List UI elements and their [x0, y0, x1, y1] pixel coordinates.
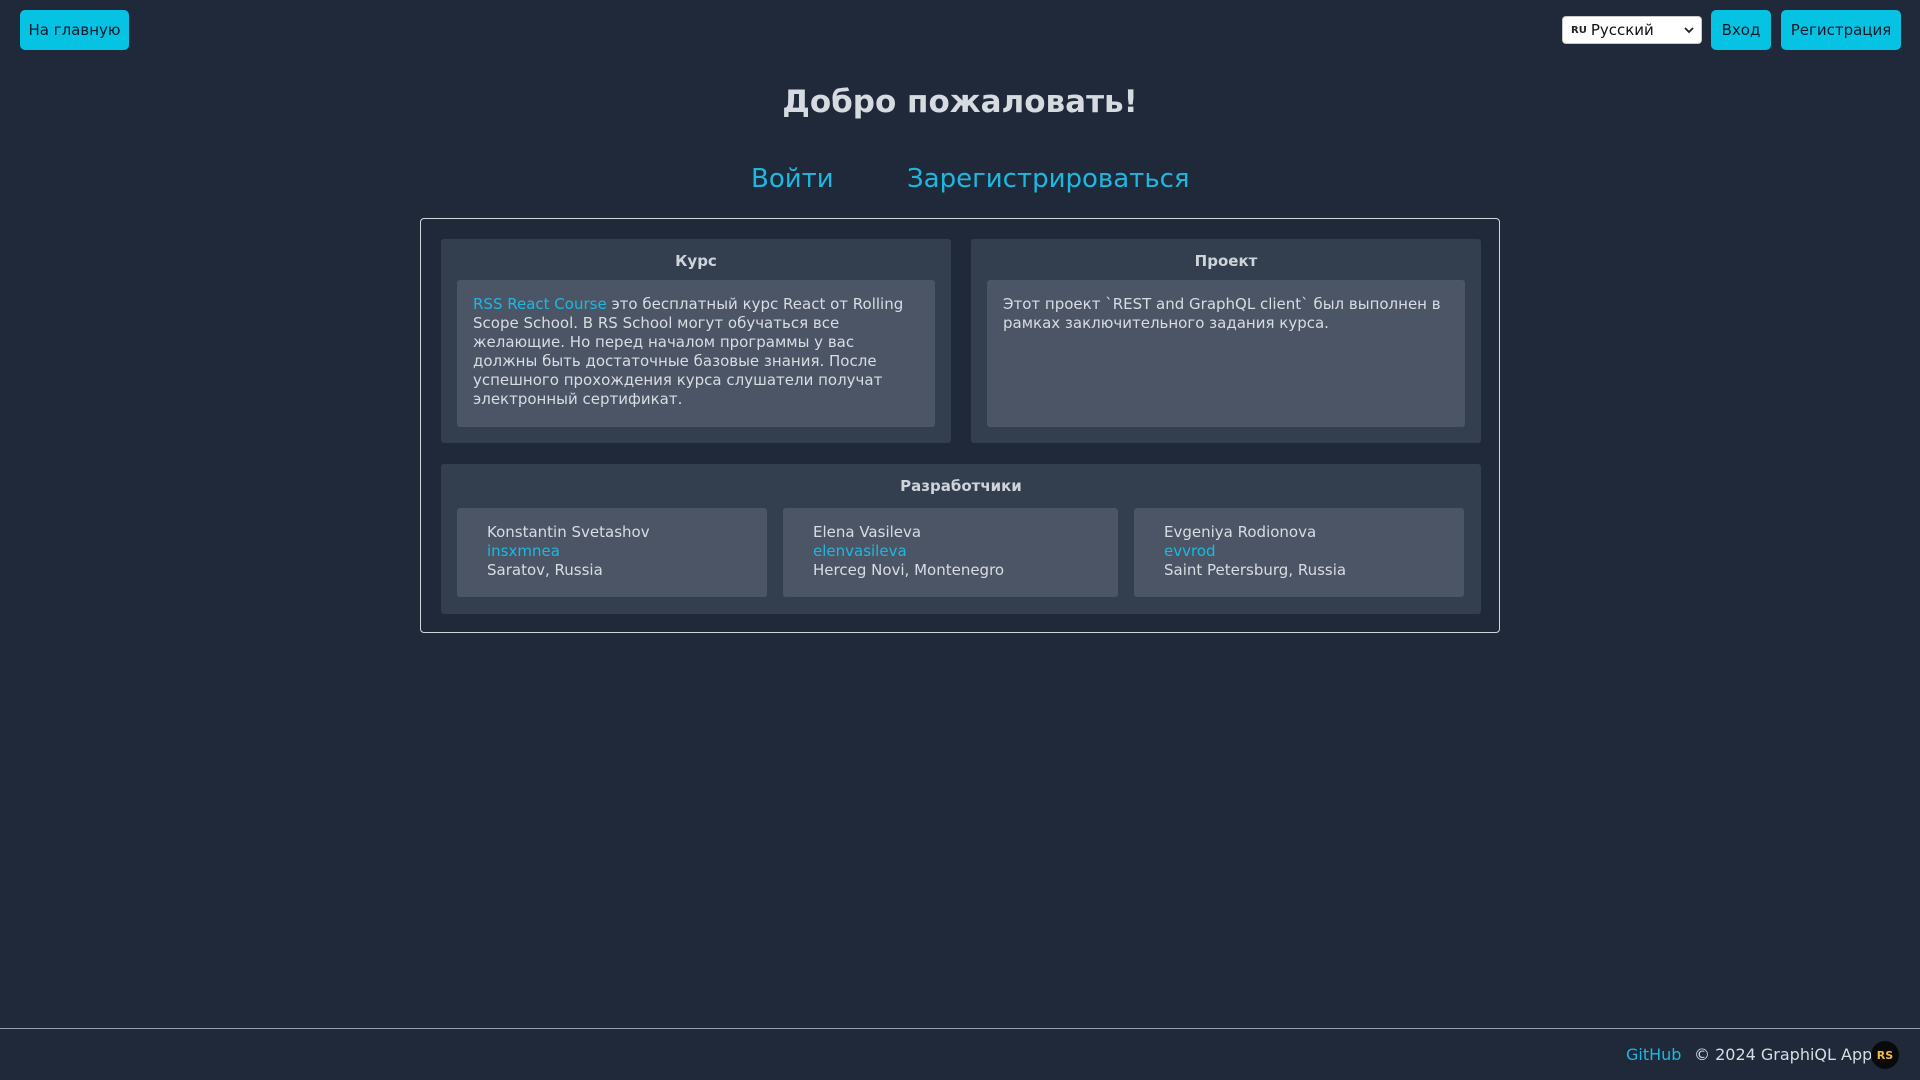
developer-name: Elena Vasileva [813, 523, 922, 541]
developer-name: Konstantin Svetashov [487, 523, 650, 541]
project-title: Проект [1194, 252, 1258, 270]
info-card: Курс RSS React Course это бесплатный кур… [420, 218, 1500, 633]
course-title: Курс [675, 252, 717, 270]
register-link[interactable]: Зарегистрироваться [907, 164, 1190, 194]
developer-github-link[interactable]: elenvasileva [813, 542, 1088, 561]
developer-location: Saratov, Russia [487, 561, 603, 579]
rs-school-logo[interactable]: RS [1871, 1041, 1899, 1069]
project-panel: Проект Этот проект `REST and GraphQL cli… [971, 239, 1481, 443]
developer-github-link[interactable]: insxmnea [487, 542, 737, 561]
login-button[interactable]: Вход [1711, 10, 1771, 50]
developer-name: Evgeniya Rodionova [1164, 523, 1317, 541]
developers-title: Разработчики [900, 477, 1022, 495]
home-button[interactable]: На главную [20, 10, 129, 50]
developer-card: Evgeniya Rodionova evvrod Saint Petersbu… [1134, 508, 1464, 597]
chevron-down-icon [1683, 24, 1695, 36]
language-flag: RU [1571, 24, 1587, 36]
register-button[interactable]: Регистрация [1781, 10, 1901, 50]
footer-copyright: © 2024 GraphiQL App [1694, 1045, 1873, 1064]
developer-card: Elena Vasileva elenvasileva Herceg Novi,… [783, 508, 1118, 597]
footer: GitHub © 2024 GraphiQL App RS [0, 1028, 1920, 1080]
project-description: Этот проект `REST and GraphQL client` бы… [987, 280, 1465, 427]
header: На главную RU Русский Вход Регистрация [0, 0, 1920, 62]
language-selected-value: Русский [1590, 21, 1654, 39]
developer-github-link[interactable]: evvrod [1164, 542, 1434, 561]
language-select[interactable]: RU Русский [1562, 16, 1702, 44]
login-link[interactable]: Войти [751, 164, 834, 194]
developer-location: Saint Petersburg, Russia [1164, 561, 1347, 579]
developer-card: Konstantin Svetashov insxmnea Saratov, R… [457, 508, 767, 597]
developers-panel: Разработчики Konstantin Svetashov insxmn… [441, 464, 1481, 614]
footer-github-link[interactable]: GitHub [1626, 1045, 1681, 1064]
course-link[interactable]: RSS React Course [473, 295, 607, 313]
course-panel: Курс RSS React Course это бесплатный кур… [441, 239, 951, 443]
course-description: RSS React Course это бесплатный курс Rea… [457, 280, 935, 427]
page-title: Добро пожаловать! [782, 84, 1138, 120]
developer-location: Herceg Novi, Montenegro [813, 561, 1005, 579]
